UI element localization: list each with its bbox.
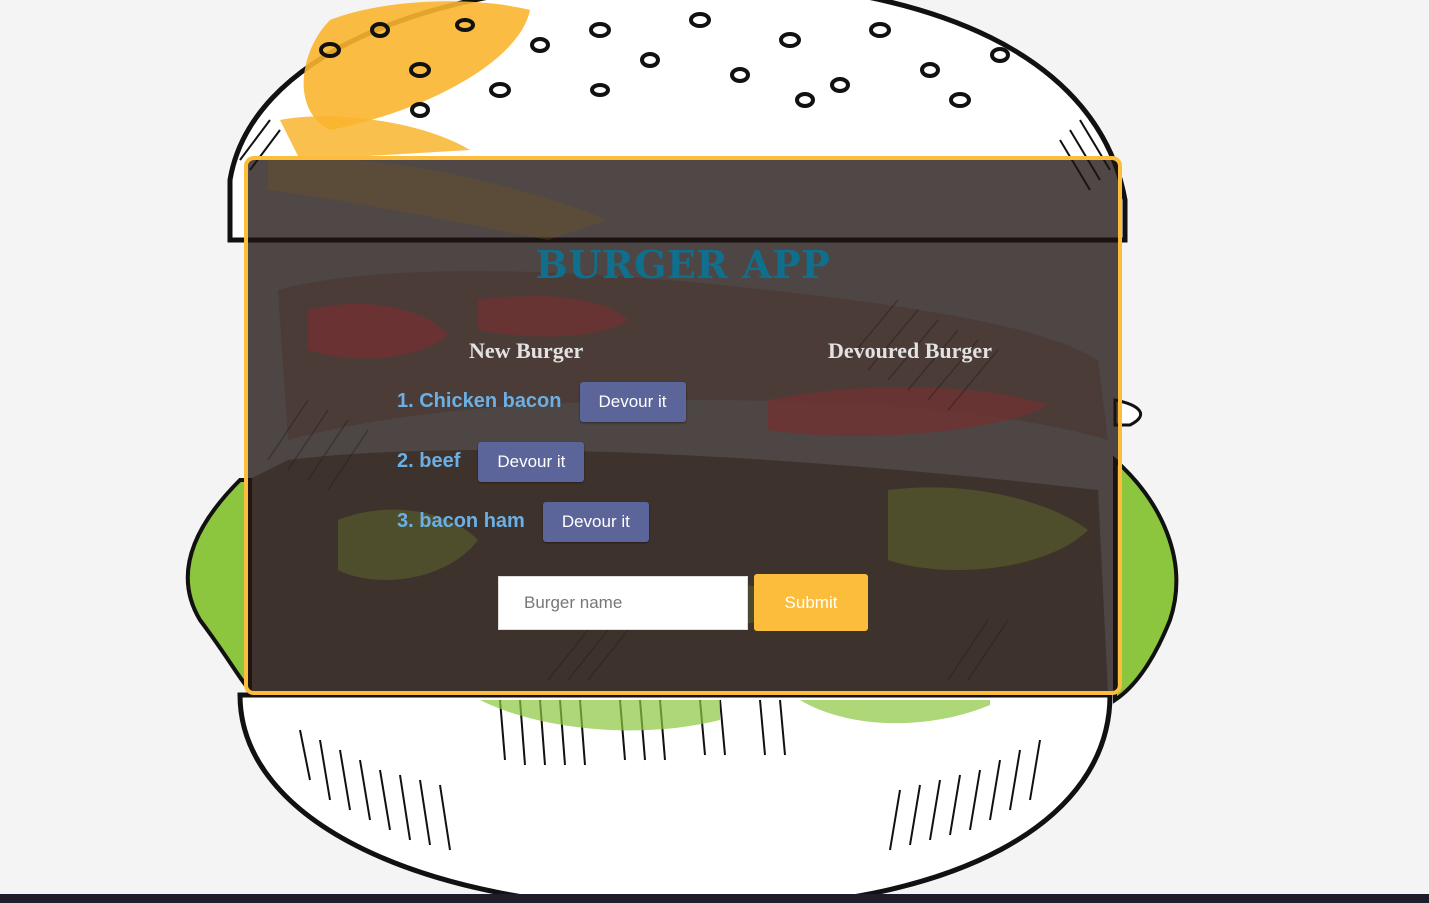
devour-button[interactable]: Devour it [542,502,649,542]
burger-name-input[interactable] [498,575,748,630]
new-burger-heading: New Burger [469,338,584,363]
page: BURGER APP New Burger Devoured Burger 1.… [0,0,1429,903]
burger-name: 2. beef [397,449,461,472]
burger-list-item: 2. beef Devour it [397,442,686,482]
page-title: BURGER APP [535,242,831,287]
devoured-burger-heading: Devoured Burger [828,338,992,363]
submit-button[interactable]: Submit [754,574,868,631]
add-burger-form: Submit [498,574,868,631]
burger-card: BURGER APP New Burger Devoured Burger 1.… [244,156,1122,695]
burger-name: 3. bacon ham [397,509,525,532]
taskbar-edge [0,894,1429,903]
burger-list-item: 3. bacon ham Devour it [397,502,686,542]
burger-name: 1. Chicken bacon [397,389,562,412]
new-burger-list: 1. Chicken bacon Devour it 2. beef Devou… [397,382,686,562]
devour-button[interactable]: Devour it [579,382,686,422]
devour-button[interactable]: Devour it [478,442,585,482]
burger-list-item: 1. Chicken bacon Devour it [397,382,686,422]
